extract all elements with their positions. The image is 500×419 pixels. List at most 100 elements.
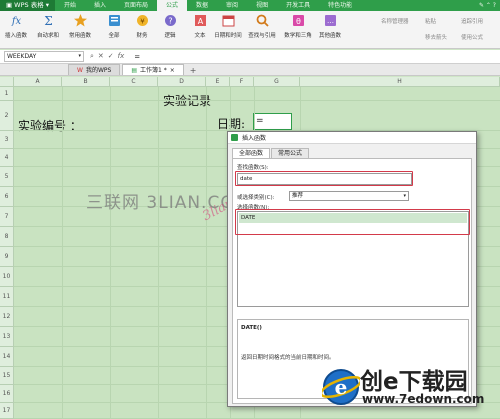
row-header[interactable]: 8 [0,227,14,247]
use-formula-button[interactable]: 使用公式 [461,33,483,41]
row-header[interactable]: 4 [0,149,14,167]
remove-arrows-button[interactable]: 移去箭头 [425,33,447,41]
column-header[interactable]: D [158,77,206,87]
wps-logo-icon: ▣ [6,1,13,9]
row-header[interactable]: 5 [0,167,14,187]
dots-icon: … [323,13,338,28]
coin-icon: ¥ [135,13,150,28]
menu-tab[interactable]: 公式 [157,0,188,11]
close-icon[interactable]: × [170,65,175,76]
menu-tab[interactable]: 开发工具 [277,0,319,11]
ribbon-button-label: 自动求和 [36,33,59,39]
row-header[interactable]: 14 [0,347,14,367]
app-icon [231,134,238,141]
menu-tab[interactable]: 审阅 [217,0,247,11]
svg-text:?: ? [168,17,172,26]
column-header[interactable]: F [230,77,254,87]
grid-line [206,87,207,419]
ribbon-button[interactable]: Σ 自动求和 [34,13,62,39]
ribbon-button-label: 全部 [108,33,120,39]
chevron-down-icon: ▾ [45,1,49,9]
dialog-titlebar[interactable]: 插入函数 [228,132,476,144]
app-menu-button[interactable]: ▣ WPS 表格 ▾ [0,0,55,11]
svg-text:Σ: Σ [44,14,52,28]
grid-line [158,87,159,419]
tab-label: 我的WPS [85,66,112,74]
column-header[interactable]: C [110,77,158,87]
formula-ribbon: 名称管理器 粘贴 追踪引用 移去箭头 使用公式 fx 插入函数 Σ 自动求和 常用函数 全… [0,11,500,49]
e-globe-icon: e [322,369,360,405]
row-header[interactable]: 9 [0,247,14,267]
row-header[interactable]: 10 [0,267,14,287]
row-header[interactable]: 11 [0,287,14,307]
formula-input[interactable]: = [134,53,140,61]
column-header[interactable]: G [254,77,300,87]
row-header[interactable]: 2 [0,101,14,131]
zoom-icon[interactable]: ⌕ [90,52,94,61]
logo-text: 创e下载园 [360,369,468,395]
ribbon-button[interactable]: 常用函数 [66,13,94,39]
trace-precedents-button[interactable]: 追踪引用 [461,17,483,25]
menu-tab[interactable]: 插入 [85,0,115,11]
ribbon-button[interactable]: θ 数学和三角 [284,13,312,39]
column-header[interactable]: E [206,77,230,87]
menu-tab[interactable]: 特色功能 [319,0,361,11]
ribbon-button[interactable]: ¥ 财务 [128,13,156,39]
site-logo: e 创e下载园 www.7edown.com [322,362,498,414]
wps-icon: W [77,66,83,74]
selected-cell[interactable]: = [253,113,292,130]
menu-tabs: 开始 插入 页面布局 公式 数据 审阅 视图 开发工具 特色功能 [55,0,361,11]
ribbon-button-label: 插入函数 [4,33,27,39]
name-box-value: WEEKDAY [7,53,37,60]
new-tab-button[interactable]: + [186,66,201,75]
row-header[interactable]: 1 [0,87,14,101]
fx-icon[interactable]: fx [118,52,125,61]
row-header[interactable]: 16 [0,385,14,403]
tab-label: 工作簿1 * [139,66,167,74]
experiment-number-label[interactable]: 实验编号 ： [18,117,82,134]
row-header[interactable]: 15 [0,367,14,385]
name-manager-button[interactable]: 名称管理器 [381,17,409,25]
column-header[interactable]: A [14,77,62,87]
menu-tab[interactable]: 视图 [247,0,277,11]
select-all-corner[interactable] [0,77,14,87]
row-header[interactable]: 13 [0,327,14,347]
description-title: DATE() [241,325,262,331]
ribbon-button[interactable]: A 文本 [186,13,214,39]
menu-tab[interactable]: 页面布局 [115,0,157,11]
window-controls[interactable]: ✎ ⌃ ? [479,2,500,9]
row-header[interactable]: 17 [0,403,14,419]
fx-icon: fx [9,13,24,28]
ribbon-button-label: 常用函数 [68,33,91,39]
ribbon-button[interactable]: 查找与引用 [248,13,276,39]
ribbon-button[interactable]: ? 逻辑 [156,13,184,39]
row-header[interactable]: 6 [0,187,14,207]
calendar-icon [221,13,236,28]
svg-text:fx: fx [10,16,21,27]
menu-tab[interactable]: 开始 [55,0,85,11]
name-box[interactable]: WEEKDAY ▾ [4,51,84,62]
svg-text:…: … [327,17,334,25]
app-badge-label: WPS 表格 [14,1,44,9]
ribbon-button[interactable]: 日期和时间 [214,13,242,39]
text-icon: A [193,13,208,28]
ribbon-button[interactable]: … 其他函数 [316,13,344,39]
ribbon-button[interactable]: fx 插入函数 [2,13,30,39]
category-select[interactable]: 推荐 ▾ [289,191,409,201]
tab-workbook[interactable]: ▤ 工作簿1 * × [122,64,184,76]
tab-my-wps[interactable]: W 我的WPS [68,64,121,75]
cancel-icon[interactable]: ✕ [98,52,104,61]
column-header[interactable]: B [62,77,110,87]
row-header[interactable]: 7 [0,207,14,227]
category-label: 或选择类别(C): [237,195,275,201]
tab-all-functions[interactable]: 全部函数 [232,148,271,158]
tab-common-formulas[interactable]: 常用公式 [271,148,310,158]
paste-button[interactable]: 粘贴 [425,17,436,25]
row-header[interactable]: 3 [0,131,14,149]
column-header[interactable]: H [300,77,500,87]
row-header[interactable]: 12 [0,307,14,327]
menu-tab[interactable]: 数据 [187,0,217,11]
svg-text:A: A [197,17,203,26]
ribbon-button[interactable]: 全部 [100,13,128,39]
confirm-icon[interactable]: ✓ [108,52,114,61]
